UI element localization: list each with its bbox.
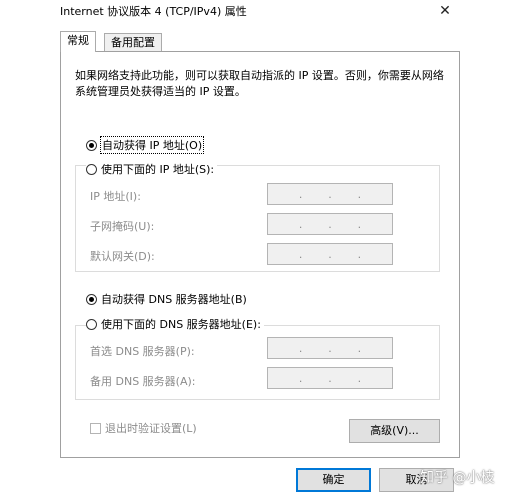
radio-auto-ip-label: 自动获得 IP 地址(O)	[99, 136, 205, 154]
default-gateway-input: ...	[267, 243, 393, 265]
ip-address-input: ...	[267, 183, 393, 205]
validate-on-exit-label: 退出时验证设置(L)	[105, 422, 197, 435]
advanced-button[interactable]: 高级(V)...	[349, 419, 440, 443]
close-button[interactable]: ✕	[430, 0, 460, 22]
radio-auto-dns[interactable]: 自动获得 DNS 服务器地址(B)	[86, 291, 247, 307]
ok-button[interactable]: 确定	[296, 468, 371, 492]
radio-auto-ip-indicator[interactable]	[86, 139, 97, 151]
radio-manual-ip-indicator[interactable]	[86, 163, 97, 175]
radio-manual-dns-indicator[interactable]	[86, 318, 97, 330]
preferred-dns-label: 首选 DNS 服务器(P):	[90, 345, 195, 358]
tab-alternate-config-label: 备用配置	[111, 36, 155, 49]
watermark-text: 知乎 @小枝	[420, 470, 495, 486]
subnet-mask-input: ...	[267, 213, 393, 235]
radio-manual-ip[interactable]: 使用下面的 IP 地址(S):	[86, 161, 218, 177]
subnet-mask-label: 子网掩码(U):	[90, 220, 155, 233]
default-gateway-label: 默认网关(D):	[90, 250, 155, 263]
alternate-dns-input: ...	[267, 367, 393, 389]
radio-auto-ip[interactable]: 自动获得 IP 地址(O)	[86, 136, 205, 154]
radio-auto-dns-indicator[interactable]	[86, 293, 97, 305]
ip-address-label: IP 地址(I):	[90, 190, 141, 203]
tab-general-label: 常规	[67, 34, 89, 47]
radio-manual-dns[interactable]: 使用下面的 DNS 服务器地址(E):	[86, 316, 264, 332]
alternate-dns-label: 备用 DNS 服务器(A):	[90, 375, 196, 388]
title-bar: Internet 协议版本 4 (TCP/IPv4) 属性 ✕	[0, 0, 524, 22]
validate-on-exit-checkbox: 退出时验证设置(L)	[90, 420, 197, 436]
window-title: Internet 协议版本 4 (TCP/IPv4) 属性	[60, 5, 247, 18]
radio-auto-dns-label: 自动获得 DNS 服务器地址(B)	[101, 293, 247, 306]
preferred-dns-input: ...	[267, 337, 393, 359]
radio-manual-dns-label: 使用下面的 DNS 服务器地址(E):	[101, 318, 261, 331]
radio-manual-ip-label: 使用下面的 IP 地址(S):	[101, 163, 215, 176]
tab-general[interactable]: 常规	[60, 31, 96, 52]
close-icon: ✕	[439, 3, 451, 19]
description-text: 如果网络支持此功能，则可以获取自动指派的 IP 设置。否则，你需要从网络系统管理…	[75, 69, 444, 98]
tab-alternate-config[interactable]: 备用配置	[104, 33, 162, 51]
validate-on-exit-box	[90, 422, 101, 434]
